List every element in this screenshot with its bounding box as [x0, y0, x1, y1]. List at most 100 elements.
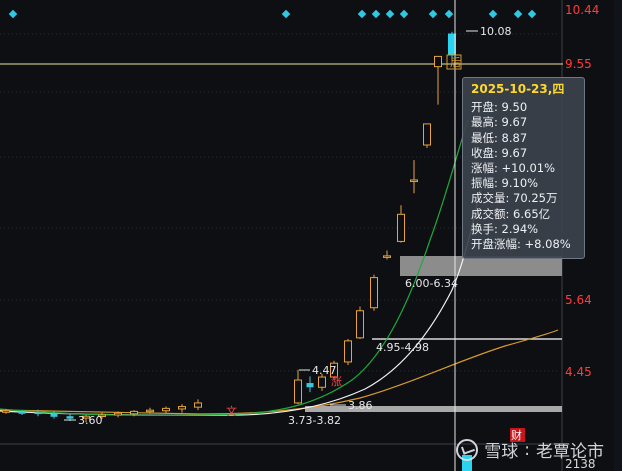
tooltip-row: 换手: 2.94% [471, 222, 584, 237]
candle-body[interactable] [18, 411, 26, 414]
event-marker-icon[interactable] [385, 9, 395, 19]
tooltip-row-label: 涨幅 [471, 161, 494, 176]
ma-green-line [0, 119, 469, 416]
axis-label-445: 4.45 [565, 365, 592, 379]
tooltip-row-value: 70.25万 [513, 191, 558, 206]
watermark-brand: 雪球 [484, 442, 519, 462]
candle-body[interactable] [178, 406, 186, 410]
event-marker-icon[interactable] [281, 9, 291, 19]
tooltip-row-separator: : [494, 100, 502, 115]
marker-wen: 文 [226, 404, 237, 418]
tooltip-row-label: 成交量 [471, 191, 506, 206]
tooltip-row-separator: : [494, 221, 502, 236]
tooltip-row-value: 9.10% [501, 176, 539, 191]
event-marker-icon[interactable] [488, 9, 498, 19]
tooltip-row: 成交额: 6.65亿 [471, 207, 584, 222]
candle-body[interactable] [370, 277, 378, 309]
event-marker-icon[interactable] [371, 9, 381, 19]
annotation-495-498: 4.95-4.98 [376, 341, 429, 354]
support-band-600-634 [400, 256, 562, 276]
tooltip-row-value: 6.65亿 [513, 206, 551, 221]
tooltip-row-value: +8.08% [524, 237, 571, 252]
candle-body[interactable] [410, 179, 418, 182]
event-marker-icon[interactable] [399, 9, 409, 19]
event-markers[interactable] [8, 9, 537, 19]
max-price-label: 10.08 [480, 25, 512, 38]
tooltip-row: 最高: 9.67 [471, 115, 584, 130]
tooltip-row: 开盘涨幅: +8.08% [471, 237, 584, 252]
tooltip-row-value: 9.67 [501, 145, 528, 160]
event-marker-icon[interactable] [357, 9, 367, 19]
candle-body[interactable] [194, 402, 202, 408]
tooltip-row-label: 换手 [471, 221, 494, 236]
candle-tooltip: 2025-10-23,四 开盘: 9.50 最高: 9.67 最低: 8.87 收盘:… [462, 77, 585, 259]
tooltip-row: 振幅: 9.10% [471, 176, 584, 191]
event-marker-icon[interactable] [444, 9, 454, 19]
annotation-600-634: 6.00-6.34 [405, 277, 458, 290]
snowball-logo-icon [456, 438, 479, 461]
axis-label-1044: 10.44 [565, 3, 599, 17]
candle-body[interactable] [434, 55, 442, 68]
candle-body[interactable] [306, 383, 314, 388]
tooltip-row: 成交量: 70.25万 [471, 191, 584, 206]
tooltip-row-separator: : [505, 206, 514, 221]
tooltip-row-separator: : [494, 145, 502, 160]
side-panel-edge [614, 0, 622, 471]
candle-body[interactable] [114, 412, 122, 416]
watermark-author: 老覃论市 [536, 442, 604, 462]
tooltip-row-separator: : [494, 176, 502, 191]
tooltip-row-value: 9.67 [501, 115, 528, 130]
candle-body[interactable] [356, 310, 364, 339]
tooltip-row-value: 8.87 [501, 130, 528, 145]
candle-body[interactable] [383, 255, 391, 258]
candle-body[interactable] [130, 410, 138, 415]
event-marker-icon[interactable] [513, 9, 523, 19]
tooltip-row-value: 2.94% [501, 221, 539, 236]
tooltip-row: 开盘: 9.50 [471, 100, 584, 115]
candle-body[interactable] [2, 410, 10, 413]
tooltip-row-value: +10.01% [501, 161, 556, 176]
min-price-label: 3.60 [78, 414, 103, 427]
tooltip-row-label: 开盘涨幅 [471, 237, 517, 252]
watermark: 雪球 : 老覃论市 [456, 437, 604, 462]
ma-orange-line [0, 329, 559, 415]
support-band-373-382 [305, 406, 562, 412]
marker-zhang: 涨 [331, 375, 342, 388]
tooltip-row: 涨幅: +10.01% [471, 161, 584, 176]
tooltip-row-separator: : [505, 191, 514, 206]
candle-body[interactable] [344, 340, 352, 363]
candle-body[interactable] [50, 413, 58, 417]
tooltip-row-value: 9.50 [501, 100, 528, 115]
candle-body[interactable] [162, 407, 170, 412]
candle-body[interactable] [397, 213, 405, 242]
candle-body[interactable] [423, 123, 431, 146]
tooltip-row-separator: : [494, 115, 502, 130]
candle-body[interactable] [34, 412, 42, 415]
tooltip-row-label: 振幅 [471, 176, 494, 191]
event-marker-icon[interactable] [527, 9, 537, 19]
annotation-373-382: 3.73-3.82 [288, 414, 341, 427]
event-marker-icon[interactable] [8, 9, 18, 19]
axis-label-564: 5.64 [565, 293, 592, 307]
annotation-386: 3.86 [348, 399, 373, 412]
candle-body[interactable] [294, 379, 302, 404]
tooltip-row: 最低: 8.87 [471, 131, 584, 146]
tooltip-row: 收盘: 9.67 [471, 146, 584, 161]
tooltip-date: 2025-10-23,四 [471, 82, 565, 96]
tooltip-row-label: 成交额 [471, 206, 506, 221]
tooltip-row-label: 最低 [471, 130, 494, 145]
candle-body[interactable] [66, 416, 74, 419]
tooltip-row-label: 收盘 [471, 145, 494, 160]
tooltip-row-separator: : [517, 237, 525, 252]
tooltip-row-label: 最高 [471, 115, 494, 130]
tooltip-row-separator: : [494, 130, 502, 145]
candle-body[interactable] [318, 376, 326, 388]
tooltip-row-label: 开盘 [471, 100, 494, 115]
marker-hou: 后 [450, 56, 461, 69]
event-marker-icon[interactable] [428, 9, 438, 19]
candle-body[interactable] [146, 409, 154, 413]
candles[interactable] [2, 31, 473, 471]
watermark-sep: : [524, 439, 530, 460]
axis-label-955: 9.55 [565, 57, 592, 71]
tooltip-row-separator: : [494, 161, 502, 176]
